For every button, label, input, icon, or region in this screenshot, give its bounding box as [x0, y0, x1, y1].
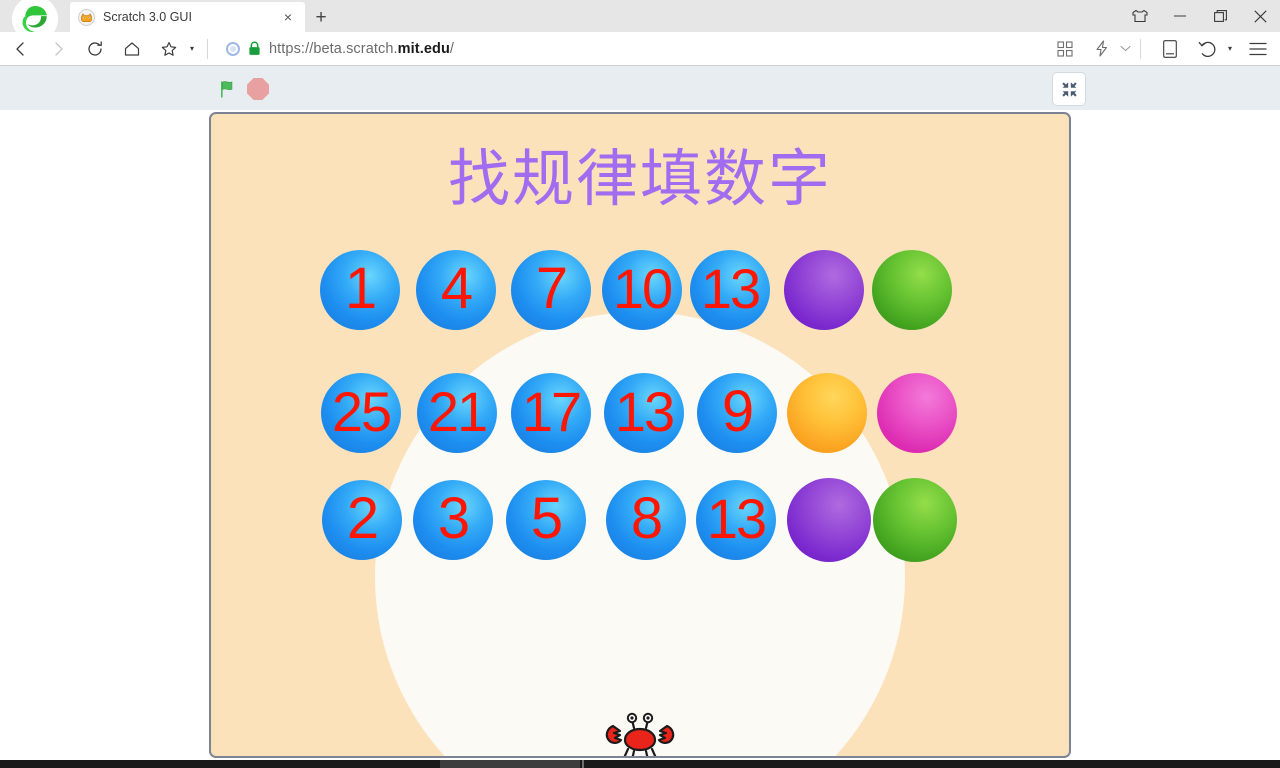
maximize-icon[interactable]: [1200, 0, 1240, 32]
url-domain: mit.edu: [397, 40, 450, 57]
site-info-icon[interactable]: [226, 41, 240, 56]
new-tab-button[interactable]: +: [308, 4, 334, 30]
ball-2-3[interactable]: 17: [511, 373, 591, 453]
tab-close-icon[interactable]: ×: [279, 8, 297, 26]
ball-number: 13: [700, 257, 761, 320]
ball-number: 25: [331, 380, 392, 443]
profile-shirt-icon[interactable]: [1120, 0, 1160, 32]
ball-2-2[interactable]: 21: [417, 373, 497, 453]
ball-3-5[interactable]: 13: [696, 480, 776, 560]
browser-toolbar: ▾ https://beta.scratch.mit.edu/ ▾: [0, 32, 1280, 65]
history-back-icon[interactable]: [1191, 34, 1223, 64]
ball-number: 8: [630, 486, 663, 551]
reading-view-icon[interactable]: [1154, 34, 1186, 64]
ball-3-4[interactable]: 8: [606, 480, 686, 560]
ball-2-6[interactable]: [787, 373, 867, 453]
ball-number: 13: [706, 487, 767, 550]
crab-sprite[interactable]: [603, 712, 677, 756]
ball-number: 10: [612, 257, 673, 320]
url-text: https://beta.scratch.mit.edu/: [269, 41, 454, 57]
ball-number: 5: [530, 486, 563, 551]
scratch-stage-controls: [0, 66, 1280, 110]
ball-2-7[interactable]: [877, 373, 957, 453]
scratch-cat-favicon: [78, 8, 95, 26]
taskbar-divider: [582, 760, 584, 768]
chevron-down-icon[interactable]: [1118, 34, 1132, 64]
ball-2-1[interactable]: 25: [321, 373, 401, 453]
browser-window: Scratch 3.0 GUI × + ▾ https://beta.scrat…: [0, 0, 1280, 768]
ball-1-3[interactable]: 7: [511, 250, 591, 330]
ball-1-4[interactable]: 10: [602, 250, 682, 330]
ball-number: 7: [535, 256, 568, 321]
ball-3-6[interactable]: [787, 478, 871, 562]
exit-fullscreen-icon[interactable]: [1052, 72, 1086, 106]
green-flag-icon[interactable]: [215, 77, 239, 101]
ball-1-6[interactable]: [784, 250, 864, 330]
home-icon[interactable]: [116, 34, 148, 64]
favorites-caret-icon[interactable]: ▾: [185, 34, 199, 64]
ball-3-7[interactable]: [873, 478, 957, 562]
browser-tab[interactable]: Scratch 3.0 GUI ×: [70, 2, 305, 32]
toolbar-divider: [207, 38, 208, 59]
ball-1-1[interactable]: 1: [320, 250, 400, 330]
ball-number: 21: [427, 380, 488, 443]
history-caret-icon[interactable]: ▾: [1223, 34, 1237, 64]
ball-number: 17: [521, 380, 582, 443]
scratch-page: 找规律填数字 1 4 7 10 13 25 21 17 13 9 2 3 5 8 13: [0, 66, 1280, 760]
scratch-stage[interactable]: 找规律填数字 1 4 7 10 13 25 21 17 13 9 2 3 5 8 13: [209, 112, 1071, 758]
reload-icon[interactable]: [79, 34, 111, 64]
back-arrow-icon[interactable]: [5, 34, 37, 64]
windows-taskbar: [0, 760, 1280, 768]
star-icon[interactable]: [153, 34, 185, 64]
page-title: 找规律填数字: [447, 142, 832, 215]
ball-3-1[interactable]: 2: [322, 480, 402, 560]
url-prefix: https://beta.scratch.: [269, 40, 398, 57]
ball-1-7[interactable]: [872, 250, 952, 330]
toolbar-divider-2: [1140, 38, 1141, 59]
collections-icon[interactable]: [1049, 34, 1081, 64]
ball-1-5[interactable]: 13: [690, 250, 770, 330]
toolbar-right-group: ▾: [1044, 34, 1274, 64]
ball-number: 13: [614, 380, 675, 443]
lock-icon: [248, 41, 261, 56]
stop-sign-icon[interactable]: [247, 78, 269, 100]
settings-and-more-icon[interactable]: [1242, 34, 1274, 64]
ball-2-4[interactable]: 13: [604, 373, 684, 453]
window-controls: [1120, 0, 1280, 32]
browser-titlebar: Scratch 3.0 GUI × +: [0, 0, 1280, 42]
close-icon[interactable]: [1240, 0, 1280, 32]
minimize-icon[interactable]: [1160, 0, 1200, 32]
tab-title: Scratch 3.0 GUI: [103, 10, 192, 24]
ball-3-3[interactable]: 5: [506, 480, 586, 560]
url-suffix: /: [449, 40, 455, 57]
ball-3-2[interactable]: 3: [413, 480, 493, 560]
ball-1-2[interactable]: 4: [416, 250, 496, 330]
ball-number: 1: [344, 256, 377, 321]
ball-number: 4: [440, 256, 473, 321]
ball-number: 9: [721, 379, 754, 444]
ball-2-5[interactable]: 9: [697, 373, 777, 453]
forward-arrow-icon: [42, 34, 74, 64]
ball-number: 3: [437, 486, 470, 551]
ball-number: 2: [346, 486, 379, 551]
address-bar[interactable]: https://beta.scratch.mit.edu/: [216, 34, 1044, 64]
taskbar-active-item: [440, 760, 580, 768]
flash-icon[interactable]: [1086, 34, 1118, 64]
